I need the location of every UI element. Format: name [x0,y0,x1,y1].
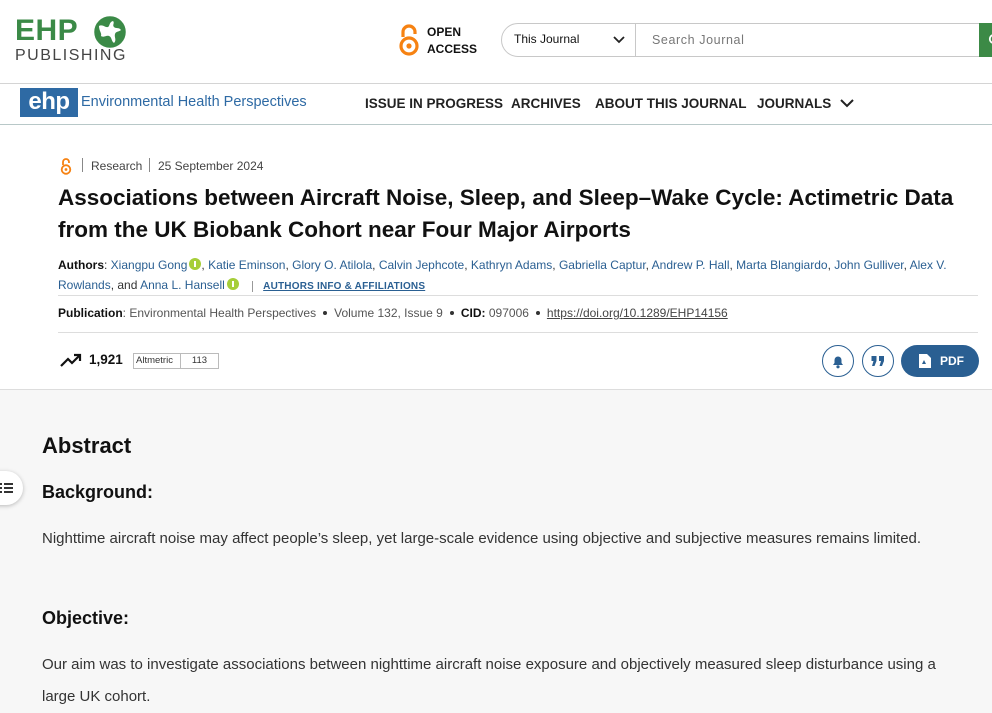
background-heading: Background: [42,482,154,502]
background-text: Nighttime aircraft noise may affect peop… [42,530,922,547]
bullet [535,311,540,315]
author-link[interactable]: Kathryn Adams [471,258,552,272]
volume-issue: Volume 132, Issue 9 [334,306,443,320]
site-header: EHP PUBLISHING OPEN ACCESS This Journal [0,0,992,84]
cid-label: CID: [460,306,486,320]
orcid-icon[interactable] [189,258,202,270]
divider [58,295,978,296]
chevron-down-icon[interactable] [840,98,854,108]
altmetric-badge[interactable]: Altmetric 113 [133,353,219,369]
author-link[interactable]: Katie Eminson [208,258,285,272]
orcid-icon[interactable] [226,278,239,290]
quote-icon [871,356,884,366]
pdf-label: PDF [940,354,964,368]
journal-abbrev: ehp [20,88,78,117]
open-access-line2: ACCESS [427,42,478,56]
logo-main-text: EHP [15,14,79,47]
author-link[interactable]: Calvin Jephcote [379,258,464,272]
nav-about-journal[interactable]: ABOUT THIS JOURNAL [595,96,747,111]
bell-icon [833,356,843,369]
authors-affiliations-link[interactable]: AUTHORS INFO & AFFILIATIONS [252,281,426,292]
pdf-file-icon [919,354,931,368]
alert-button[interactable] [822,345,854,377]
article-title: Associations between Aircraft Noise, Sle… [58,185,954,242]
publication-label: Publication [58,306,123,320]
objective-heading: Objective: [42,608,130,628]
view-count: 1,921 [89,352,123,367]
divider [58,332,978,333]
pdf-button[interactable]: PDF [901,345,979,377]
author-link[interactable]: John Gulliver [834,258,903,272]
open-access-icon [399,24,419,56]
article-type: Research [91,159,143,173]
search-bar: This Journal [501,23,992,57]
search-scope-select[interactable]: This Journal [502,24,636,56]
chevron-down-icon [613,36,625,44]
objective-text: Our aim was to investigate associations … [42,656,936,705]
nav-journals[interactable]: JOURNALS [757,96,831,111]
search-icon [988,34,992,44]
publication-info: Publication: Environmental Health Perspe… [58,306,728,320]
authors-label: Authors [58,258,104,272]
nav-issue-in-progress[interactable]: ISSUE IN PROGRESS [365,96,503,111]
author-link[interactable]: Marta Blangiardo [736,258,827,272]
doi-link[interactable]: https://doi.org/10.1289/EHP14156 [547,306,728,320]
altmetric-score: 113 [180,354,218,368]
bullet [323,311,328,315]
journal-nav: ehp Environmental Health Perspectives IS… [0,84,992,125]
author-link[interactable]: Xiangpu Gong [111,258,188,272]
trending-up-icon [60,353,82,367]
open-access-line1: OPEN [427,25,462,39]
article-date: 25 September 2024 [158,159,264,173]
meta-divider [82,158,83,172]
altmetric-label: Altmetric [136,355,173,366]
ehp-publishing-logo[interactable]: EHP PUBLISHING [15,14,145,68]
search-button[interactable] [979,23,992,57]
cite-button[interactable] [862,345,894,377]
logo-sub-text: PUBLISHING [15,47,127,64]
publication-name: Environmental Health Perspectives [129,306,317,320]
bullet [449,311,454,315]
author-link[interactable]: Anna L. Hansell [140,278,225,292]
abstract-heading: Abstract [42,433,132,458]
authors-list: Authors: Xiangpu Gong, Katie Eminson, Gl… [58,258,947,292]
author-link[interactable]: Gabriella Captur [559,258,646,272]
authors-and: and [117,278,138,292]
author-link[interactable]: Andrew P. Hall [652,258,730,272]
search-scope-label: This Journal [514,32,580,46]
open-access-badge: OPEN ACCESS [398,22,488,60]
cid-value: 097006 [488,306,529,320]
journal-name: Environmental Health Perspectives [81,94,307,110]
list-icon [0,483,13,493]
article-body: Abstract Background: Nighttime aircraft … [0,389,992,713]
nav-archives[interactable]: ARCHIVES [511,96,581,111]
author-link[interactable]: Glory O. Atilola [292,258,372,272]
search-input[interactable] [637,24,977,56]
meta-divider [149,158,150,172]
open-access-icon [60,158,72,175]
globe-icon [94,16,126,48]
